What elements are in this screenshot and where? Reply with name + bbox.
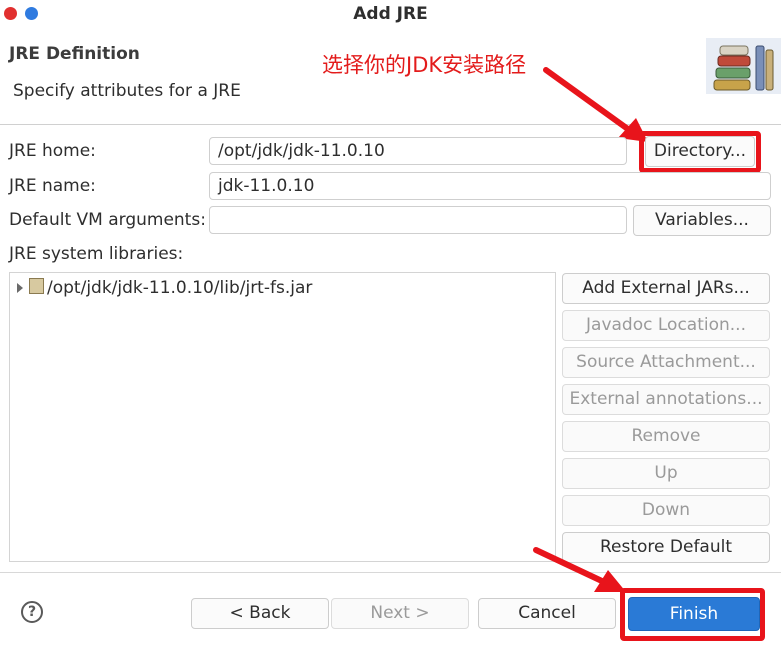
jre-name-label: JRE name:	[9, 176, 96, 196]
jre-home-field[interactable]: /opt/jdk/jdk-11.0.10	[209, 137, 627, 165]
help-icon[interactable]: ?	[21, 601, 43, 623]
vm-arguments-label: Default VM arguments:	[9, 210, 206, 230]
next-button[interactable]: Next >	[331, 598, 469, 629]
jre-home-label: JRE home:	[9, 141, 96, 161]
system-libraries-label: JRE system libraries:	[9, 244, 184, 264]
annotation-text: 选择你的JDK安装路径	[322, 53, 527, 77]
down-button[interactable]: Down	[562, 495, 770, 526]
jre-name-field[interactable]: jdk-11.0.10	[209, 172, 771, 200]
library-item[interactable]: /opt/jdk/jdk-11.0.10/lib/jrt-fs.jar	[17, 278, 312, 298]
page-title: JRE Definition	[9, 44, 140, 64]
back-button[interactable]: < Back	[191, 598, 329, 629]
up-button[interactable]: Up	[562, 458, 770, 489]
variables-button[interactable]: Variables...	[633, 205, 771, 236]
library-path: /opt/jdk/jdk-11.0.10/lib/jrt-fs.jar	[47, 278, 313, 298]
cancel-button[interactable]: Cancel	[478, 598, 616, 629]
window-title: Add JRE	[353, 4, 428, 24]
page-subtitle: Specify attributes for a JRE	[13, 81, 241, 101]
annotation-arrow-top	[543, 67, 648, 142]
jar-icon	[29, 278, 44, 294]
external-annotations-button[interactable]: External annotations...	[562, 384, 770, 415]
directory-highlight	[639, 131, 761, 173]
finish-highlight	[620, 588, 765, 641]
source-attachment-button[interactable]: Source Attachment...	[562, 347, 770, 378]
expand-arrow-icon[interactable]	[17, 283, 23, 293]
annotation-arrow-bottom	[533, 547, 626, 592]
books-icon	[706, 38, 781, 94]
libraries-list[interactable]	[9, 272, 556, 562]
add-external-jars-button[interactable]: Add External JARs...	[562, 273, 770, 304]
remove-button[interactable]: Remove	[562, 421, 770, 452]
vm-arguments-field[interactable]	[209, 206, 627, 234]
footer-divider	[0, 572, 781, 573]
javadoc-location-button[interactable]: Javadoc Location...	[562, 310, 770, 341]
